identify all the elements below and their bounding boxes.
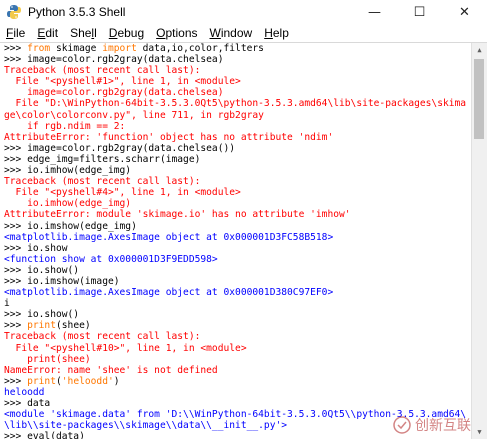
shell-line: if rgb.ndim == 2: [4, 121, 472, 132]
window-title: Python 3.5.3 Shell [28, 5, 126, 19]
shell-line: File "<pyshell#4>", line 1, in <module> [4, 187, 472, 198]
shell-text-segment: >>> io.imshow(edge_img) [4, 220, 137, 232]
shell-text-segment: AttributeError: 'function' object has no… [4, 131, 334, 143]
shell-line: print(shee) [4, 354, 472, 365]
minimize-button[interactable]: — [352, 0, 397, 24]
shell-line: >>> image=color.rgb2gray(data.chelsea) [4, 54, 472, 65]
shell-text-segment: (shee) [56, 320, 91, 332]
shell-text-segment: >>> image=color.rgb2gray(data.chelsea) [4, 54, 224, 66]
shell-text-segment: >>> io.imshow(image) [4, 275, 120, 287]
shell-text-segment: ) [113, 375, 120, 387]
shell-line: Traceback (most recent call last): [4, 176, 472, 187]
menu-edit[interactable]: Edit [31, 26, 64, 40]
shell-line: AttributeError: 'function' object has no… [4, 132, 472, 143]
shell-line: >>> from skimage import data,io,color,fi… [4, 43, 472, 54]
shell-line: <matplotlib.image.AxesImage object at 0x… [4, 232, 472, 243]
shell-line: ge\color\colorconv.py", line 711, in rgb… [4, 110, 472, 121]
shell-text-segment: data,io,color,filters [136, 43, 264, 54]
shell-line: >>> io.show() [4, 309, 472, 320]
shell-text-segment: <matplotlib.image.AxesImage object at 0x… [4, 287, 334, 299]
shell-line: >>> io.imhow(edge_img) [4, 165, 472, 176]
shell-line: <function show at 0x000001D3F9EDD598> [4, 254, 472, 265]
shell-line: File "<pyshell#10>", line 1, in <module> [4, 343, 472, 354]
shell-text-segment: image=color.rgb2gray(data.chelsea) [4, 87, 224, 99]
shell-line: >>> image=color.rgb2gray(data.chelsea()) [4, 143, 472, 154]
shell-text-segment: >>> image=color.rgb2gray(data.chelsea()) [4, 142, 236, 154]
shell-text-segment: from [27, 43, 51, 54]
shell-text-segment: NameError: name 'shee' is not defined [4, 364, 218, 376]
shell-text-segment: if rgb.ndim == 2: [4, 120, 126, 132]
shell-line: >>> edge_img=filters.scharr(image) [4, 154, 472, 165]
shell-text-segment: <matplotlib.image.AxesImage object at 0x… [4, 231, 334, 243]
menu-file[interactable]: File [0, 26, 31, 40]
python-app-icon [6, 4, 22, 20]
shell-line: File "D:\WinPython-64bit-3.5.3.0Qt5\pyth… [4, 98, 472, 109]
shell-text-segment: >>> data [4, 398, 51, 409]
shell-line: >>> io.show() [4, 265, 472, 276]
shell-line: >>> print('heloodd') [4, 376, 472, 387]
scroll-up-arrow-icon[interactable]: ▲ [472, 43, 487, 57]
close-button[interactable]: ✕ [442, 0, 487, 24]
shell-text-segment: heloodd [4, 386, 45, 398]
shell-text-segment: >>> [4, 320, 28, 332]
shell-text-segment: <function show at 0x000001D3F9EDD598> [4, 253, 218, 265]
shell-text-segment: 'heloodd' [61, 375, 114, 387]
watermark-text: 创新互联 [415, 418, 471, 434]
scroll-thumb[interactable] [474, 59, 484, 139]
shell-text-segment: Traceback (most recent call last): [4, 331, 201, 343]
shell-line: AttributeError: module 'skimage.io' has … [4, 209, 472, 220]
shell-text-segment: print [27, 375, 56, 387]
shell-text-segment: i [4, 298, 10, 310]
shell-text-segment: io.imhow(edge_img) [4, 198, 132, 210]
shell-text-segment: >>> io.imhow(edge_img) [4, 165, 132, 177]
shell-text-segment: >>> io.show() [4, 264, 80, 276]
watermark: 创新互联 [393, 415, 471, 435]
shell-line: >>> io.imshow(edge_img) [4, 221, 472, 232]
shell-line: >>> data [4, 398, 472, 409]
shell-text-segment: ge\color\colorconv.py", line 711, in rgb… [4, 109, 264, 121]
shell-line: >>> io.imshow(image) [4, 276, 472, 287]
maximize-button[interactable]: ☐ [397, 0, 442, 24]
menu-shell[interactable]: Shell [64, 26, 103, 40]
shell-text-segment: File "D:\WinPython-64bit-3.5.3.0Qt5\pyth… [4, 98, 467, 110]
shell-line: >>> io.show [4, 243, 472, 254]
shell-text-segment: File "<pyshell#4>", line 1, in <module> [4, 187, 241, 199]
watermark-logo-icon [393, 416, 411, 434]
shell-text-segment: Traceback (most recent call last): [4, 65, 201, 77]
shell-line: >>> print(shee) [4, 320, 472, 331]
shell-line: File "<pyshell#1>", line 1, in <module> [4, 76, 472, 87]
shell-line: Traceback (most recent call last): [4, 331, 472, 342]
shell-text-segment: >>> edge_img=filters.scharr(image) [4, 153, 201, 165]
shell-line: io.imhow(edge_img) [4, 198, 472, 209]
menu-options[interactable]: Options [150, 26, 203, 40]
shell-line: i [4, 298, 472, 309]
menu-bar: File Edit Shell Debug Options Window Hel… [0, 24, 487, 43]
shell-text-segment: print [27, 320, 56, 332]
menu-window[interactable]: Window [204, 26, 259, 40]
shell-text-segment: >>> [4, 375, 28, 387]
vertical-scrollbar[interactable]: ▲ ▼ [471, 43, 487, 439]
shell-text-segment: AttributeError: module 'skimage.io' has … [4, 209, 351, 221]
shell-text-segment: >>> [4, 43, 28, 54]
shell-text-segment: >>> eval(data) [4, 431, 85, 439]
shell-text-segment: File "<pyshell#10>", line 1, in <module> [4, 342, 247, 354]
scroll-down-arrow-icon[interactable]: ▼ [472, 425, 487, 439]
shell-line: <matplotlib.image.AxesImage object at 0x… [4, 287, 472, 298]
shell-text-segment: print(shee) [4, 353, 91, 365]
shell-line: NameError: name 'shee' is not defined [4, 365, 472, 376]
shell-text-segment: skimage [50, 43, 103, 54]
shell-text-segment: >>> io.show [4, 242, 68, 254]
shell-line: heloodd [4, 387, 472, 398]
shell-output-area[interactable]: >>> from skimage import data,io,color,fi… [0, 43, 472, 439]
menu-debug[interactable]: Debug [103, 26, 150, 40]
menu-help[interactable]: Help [258, 26, 295, 40]
shell-text-segment: File "<pyshell#1>", line 1, in <module> [4, 76, 241, 88]
title-bar: Python 3.5.3 Shell — ☐ ✕ [0, 0, 487, 25]
shell-line: Traceback (most recent call last): [4, 65, 472, 76]
shell-text-segment: import [102, 43, 137, 54]
shell-line: image=color.rgb2gray(data.chelsea) [4, 87, 472, 98]
shell-text-segment: Traceback (most recent call last): [4, 176, 201, 188]
shell-text-segment: >>> io.show() [4, 309, 80, 321]
shell-text-segment: \lib\\site-packages\\skimage\\data\\__in… [4, 420, 288, 432]
